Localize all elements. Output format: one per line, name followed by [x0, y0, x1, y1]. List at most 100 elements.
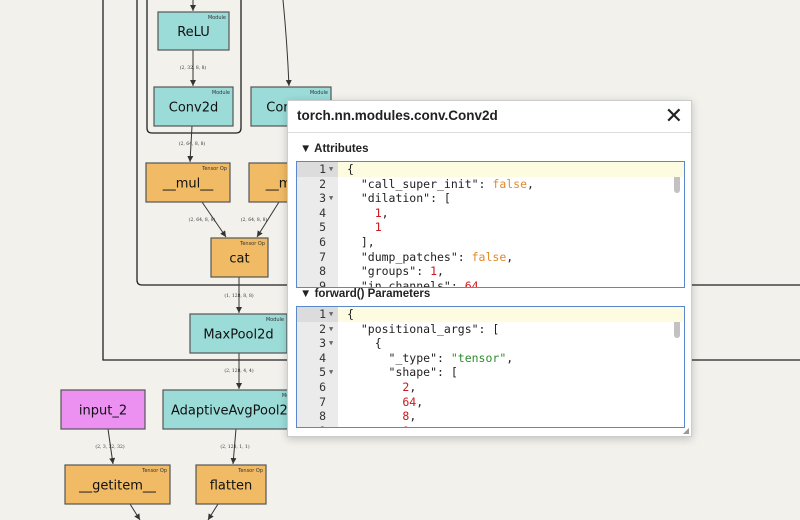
- forward-params-json-editor[interactable]: 1 ▼{2 ▼ "positional_args": [3 ▼ {4 "_type":…: [296, 306, 685, 428]
- code-line[interactable]: 6 ],: [297, 235, 684, 250]
- code-line[interactable]: 2 "call_super_init": false,: [297, 177, 684, 192]
- code-text: 1,: [347, 206, 389, 221]
- code-token: 2: [347, 379, 410, 394]
- code-line[interactable]: 2 ▼ "positional_args": [: [297, 322, 684, 337]
- edge-shape-label: (2, 64, 8, 8): [179, 140, 206, 147]
- fold-toggle-icon[interactable]: ▼: [329, 191, 333, 206]
- code-token: "tensor": [450, 350, 507, 365]
- node-cat[interactable]: cat Tensor Op: [210, 237, 269, 278]
- line-number: 9: [319, 278, 326, 288]
- code-line[interactable]: 1 ▼{: [297, 307, 684, 322]
- fold-toggle-icon[interactable]: ▼: [329, 336, 333, 351]
- section-title: Attributes: [314, 143, 369, 155]
- code-token: 64: [347, 394, 417, 409]
- node-type-label: Tensor Op: [237, 468, 263, 474]
- code-line[interactable]: 3 ▼ "dilation": [: [297, 191, 684, 206]
- node-mul_a[interactable]: __mul__ Tensor Op: [145, 162, 231, 203]
- code-line[interactable]: 9 8: [297, 424, 684, 427]
- code-line[interactable]: 5 ▼ "shape": [: [297, 365, 684, 380]
- close-icon[interactable]: ✕: [665, 104, 683, 128]
- code-token: ,: [506, 350, 514, 365]
- node-relu[interactable]: ReLU Module: [157, 11, 230, 51]
- node-label: cat: [229, 252, 249, 267]
- code-text: "groups": 1,: [347, 264, 444, 279]
- edge-shape-label: (2, 64, 8, 8): [189, 216, 216, 223]
- code-text: 1: [347, 220, 382, 235]
- code-token: "dump_patches":: [347, 249, 472, 264]
- attributes-json-editor[interactable]: 1 ▼{2 "call_super_init": false, 3 ▼ "dilati…: [296, 161, 685, 288]
- code-token: ,: [527, 176, 534, 191]
- panel-title: torch.nn.modules.conv.Conv2d: [297, 108, 498, 123]
- line-number: 7: [319, 394, 326, 409]
- resize-handle[interactable]: ◢: [683, 426, 689, 435]
- fold-toggle-icon[interactable]: ▼: [329, 162, 333, 177]
- code-token: "groups":: [347, 264, 431, 279]
- code-text: 64,: [347, 395, 423, 410]
- node-label: AdaptiveAvgPool2d: [171, 404, 296, 419]
- fold-toggle-icon[interactable]: ▼: [329, 365, 333, 380]
- code-text: {: [347, 307, 354, 322]
- code-token: "positional_args": [: [347, 321, 500, 336]
- section-attributes-toggle[interactable]: ▼ Attributes: [300, 143, 368, 155]
- code-text: "positional_args": [: [347, 322, 499, 337]
- node-input2[interactable]: input_2: [60, 389, 146, 430]
- line-number: 5: [319, 220, 326, 235]
- code-line[interactable]: 1 ▼{: [297, 162, 684, 177]
- code-token: {: [347, 336, 382, 351]
- edge-shape-label: (2, 128, 1, 1): [220, 443, 250, 450]
- code-line[interactable]: 9 "in_channels": 64,: [297, 278, 684, 288]
- code-line[interactable]: 8 8,: [297, 409, 684, 424]
- code-text: 8,: [347, 409, 416, 424]
- code-line[interactable]: 7 "dump_patches": false,: [297, 250, 684, 265]
- section-title: forward() Parameters: [314, 288, 431, 300]
- line-number: 6: [319, 234, 326, 249]
- code-token: ,: [409, 409, 417, 424]
- edge-shape-label: (2, 64, 8, 8): [241, 216, 268, 223]
- fold-toggle-icon[interactable]: ▼: [329, 307, 333, 322]
- code-token: 1: [430, 264, 438, 279]
- node-type-label: Tensor Op: [239, 241, 265, 247]
- code-line[interactable]: 7 64,: [297, 395, 684, 410]
- node-details-panel[interactable]: torch.nn.modules.conv.Conv2d ✕ ▼ Attribu…: [287, 100, 692, 437]
- node-type-label: Tensor Op: [201, 166, 227, 172]
- code-text: "call_super_init": false,: [347, 177, 534, 192]
- node-flatten[interactable]: flatten Tensor Op: [195, 464, 267, 505]
- code-line[interactable]: 8 "groups": 1,: [297, 264, 684, 279]
- code-token: ,: [478, 278, 486, 288]
- node-maxpool[interactable]: MaxPool2d Module: [189, 313, 288, 354]
- line-number: 4: [319, 350, 326, 365]
- node-label: MaxPool2d: [203, 328, 273, 343]
- section-forward-params-toggle[interactable]: ▼ forward() Parameters: [300, 288, 430, 300]
- edge-shape-label: (2, 32, 8, 8): [180, 64, 207, 71]
- edge-shape-label: (2, 3, 32, 32): [95, 443, 125, 450]
- code-token: 8: [347, 409, 410, 424]
- code-token: "in_channels":: [347, 278, 465, 288]
- code-token: false: [492, 176, 528, 191]
- code-line[interactable]: 3 ▼ {: [297, 336, 684, 351]
- divider: [288, 132, 691, 133]
- code-line[interactable]: 5 1: [297, 220, 684, 235]
- code-token: ,: [506, 249, 514, 264]
- code-token: "shape": [: [347, 365, 458, 380]
- code-token: 64: [464, 278, 479, 288]
- fold-toggle-icon[interactable]: ▼: [329, 322, 333, 337]
- node-label: flatten: [210, 479, 253, 494]
- node-label: ReLU: [177, 25, 210, 40]
- node-type-label: Module: [310, 90, 328, 96]
- node-getitem[interactable]: __getitem__ Tensor Op: [64, 464, 171, 505]
- code-token: 1: [347, 205, 382, 220]
- node-avgpool[interactable]: AdaptiveAvgPool2dModule: [162, 389, 304, 430]
- code-line[interactable]: 6 2,: [297, 380, 684, 395]
- node-type-label: Module: [266, 317, 284, 323]
- code-text: 8: [347, 424, 409, 427]
- code-token: ,: [416, 394, 424, 409]
- code-line[interactable]: 4 1,: [297, 206, 684, 221]
- code-text: "_type": "tensor",: [347, 350, 514, 366]
- node-type-label: Module: [208, 15, 226, 21]
- code-token: "_type":: [347, 350, 451, 365]
- node-conv2d_a[interactable]: Conv2d Module: [153, 86, 234, 127]
- edge-shape-label: (2, 128, 4, 4): [224, 367, 254, 374]
- line-number: 8: [319, 409, 326, 424]
- code-line[interactable]: 4 "_type": "tensor",: [297, 351, 684, 366]
- node-label: input_2: [79, 404, 127, 419]
